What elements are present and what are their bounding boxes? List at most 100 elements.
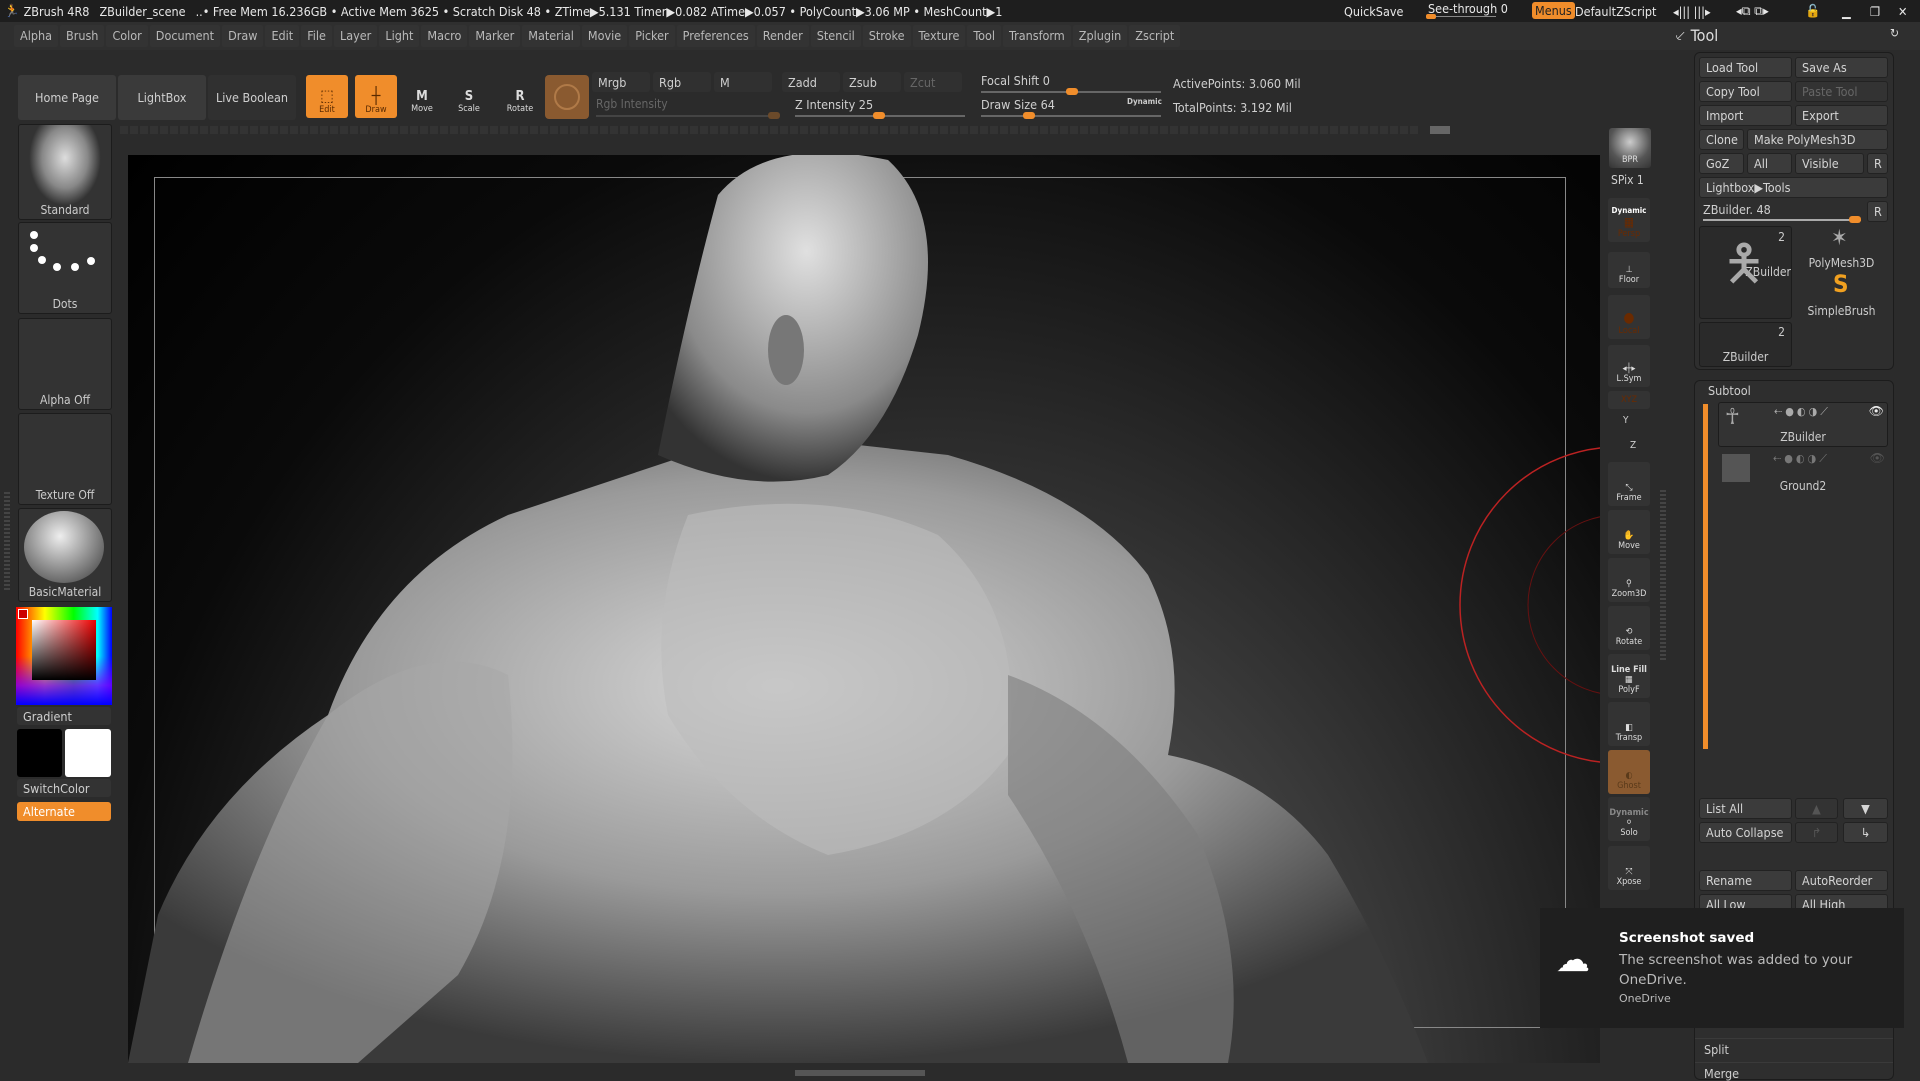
solo-button[interactable]: Dynamic ⚪ Solo bbox=[1608, 797, 1650, 841]
brush-selector[interactable]: Standard bbox=[18, 124, 112, 220]
menu-preferences[interactable]: Preferences bbox=[676, 25, 755, 47]
ghost-button[interactable]: ◐ Ghost bbox=[1608, 750, 1650, 794]
refresh-icon[interactable]: ↻ bbox=[1890, 26, 1899, 40]
lock-icon[interactable]: 🔓 bbox=[1805, 3, 1821, 19]
zadd-button[interactable]: Zadd bbox=[782, 72, 840, 92]
menu-transform[interactable]: Transform bbox=[1003, 25, 1071, 47]
floor-button[interactable]: ⊥ Floor bbox=[1608, 252, 1650, 288]
primary-color-swatch[interactable] bbox=[65, 729, 111, 777]
draw-size-slider[interactable] bbox=[981, 112, 1161, 119]
rotate-view-button[interactable]: ⟲ Rotate bbox=[1608, 606, 1650, 650]
goz-all-button[interactable]: All bbox=[1747, 153, 1792, 174]
secondary-color-swatch[interactable] bbox=[17, 729, 62, 777]
list-all-button[interactable]: List All bbox=[1699, 798, 1792, 819]
paste-tool-button[interactable]: Paste Tool bbox=[1795, 81, 1888, 102]
menu-color[interactable]: Color bbox=[106, 25, 148, 47]
zsub-button[interactable]: Zsub bbox=[843, 72, 901, 92]
menu-stroke[interactable]: Stroke bbox=[862, 25, 911, 47]
menu-render[interactable]: Render bbox=[756, 25, 809, 47]
tool-slider[interactable] bbox=[1703, 216, 1861, 223]
color-picker[interactable] bbox=[16, 607, 112, 705]
import-button[interactable]: Import bbox=[1699, 105, 1792, 126]
rotate-y-button[interactable]: Y bbox=[1623, 415, 1629, 426]
menu-file[interactable]: File bbox=[301, 25, 332, 47]
subtool-item-zbuilder[interactable]: ☥ ⇠●◐◑⟋ 👁 ZBuilder bbox=[1718, 402, 1888, 447]
menu-marker[interactable]: Marker bbox=[469, 25, 521, 47]
live-boolean-button[interactable]: Live Boolean bbox=[208, 75, 296, 120]
menu-tool[interactable]: Tool bbox=[967, 25, 1002, 47]
auto-reorder-button[interactable]: AutoReorder bbox=[1795, 870, 1888, 891]
material-selector[interactable]: BasicMaterial bbox=[18, 508, 112, 602]
tool-thumb-polymesh3d[interactable]: ✶ PolyMesh3D bbox=[1795, 226, 1888, 272]
merge-button[interactable]: Merge bbox=[1704, 1066, 1739, 1081]
menu-zscript[interactable]: Zscript bbox=[1129, 25, 1181, 47]
edit-button[interactable]: ⬚ Edit bbox=[306, 75, 348, 118]
left-tray-handle[interactable] bbox=[4, 490, 10, 590]
menu-layer[interactable]: Layer bbox=[333, 25, 378, 47]
menu-macro[interactable]: Macro bbox=[421, 25, 468, 47]
subtool-toggle-icons[interactable]: ⇠●◐◑⟋ bbox=[1774, 405, 1831, 419]
rotate-z-button[interactable]: Z bbox=[1630, 440, 1636, 451]
frame-button[interactable]: ⤡ Frame bbox=[1608, 462, 1650, 506]
move-down-icon[interactable]: ▼ bbox=[1843, 798, 1888, 819]
polyf-button[interactable]: Line Fill ▦ PolyF bbox=[1608, 654, 1650, 698]
layout-arrows-icon[interactable]: ◂||| |||▸ bbox=[1673, 4, 1711, 19]
make-polymesh3d-button[interactable]: Make PolyMesh3D bbox=[1747, 129, 1888, 150]
zcut-button[interactable]: Zcut bbox=[904, 72, 962, 92]
menu-zplugin[interactable]: Zplugin bbox=[1072, 25, 1128, 47]
persp-button[interactable]: Dynamic ▦ Persp bbox=[1608, 198, 1650, 242]
goz-visible-button[interactable]: Visible bbox=[1795, 153, 1864, 174]
load-tool-button[interactable]: Load Tool bbox=[1699, 57, 1792, 78]
subtool-scrollbar[interactable] bbox=[1703, 404, 1708, 749]
transp-button[interactable]: ◧ Transp bbox=[1608, 702, 1650, 746]
auto-collapse-button[interactable]: Auto Collapse bbox=[1699, 822, 1792, 843]
lightbox-tools-button[interactable]: Lightbox▶Tools bbox=[1699, 177, 1888, 198]
close-icon[interactable]: ✕ bbox=[1898, 4, 1907, 19]
focal-shift-slider[interactable] bbox=[981, 88, 1161, 95]
quicksave-button[interactable]: QuickSave bbox=[1344, 4, 1403, 19]
rename-button[interactable]: Rename bbox=[1699, 870, 1792, 891]
menu-stencil[interactable]: Stencil bbox=[810, 25, 861, 47]
scale-button[interactable]: S Scale bbox=[450, 77, 488, 117]
draw-button[interactable]: ┼ Draw bbox=[355, 75, 397, 118]
material-sphere-button[interactable] bbox=[545, 75, 589, 119]
move-view-button[interactable]: ✋ Move bbox=[1608, 510, 1650, 554]
goz-r-button[interactable]: R bbox=[1867, 153, 1888, 174]
see-through-slider[interactable]: See-through 0 bbox=[1428, 1, 1508, 16]
gradient-button[interactable]: Gradient bbox=[17, 707, 111, 725]
dynamic-toggle[interactable]: Dynamic bbox=[1127, 97, 1162, 106]
top-shelf-scroll[interactable] bbox=[120, 126, 1420, 134]
spix-slider[interactable]: SPix 1 bbox=[1611, 173, 1644, 187]
menu-light[interactable]: Light bbox=[379, 25, 420, 47]
bottom-tray-handle[interactable] bbox=[795, 1070, 925, 1076]
redo-arrow-icon[interactable]: ↱ bbox=[1795, 822, 1838, 843]
tool-r-button[interactable]: R bbox=[1867, 201, 1888, 222]
tool-thumb-zbuilder[interactable]: 2 🯅 ZBuilder bbox=[1699, 226, 1792, 319]
visibility-eye-icon[interactable]: 👁 bbox=[1869, 404, 1884, 418]
menu-texture[interactable]: Texture bbox=[912, 25, 966, 47]
menu-picker[interactable]: Picker bbox=[629, 25, 675, 47]
export-button[interactable]: Export bbox=[1795, 105, 1888, 126]
move-up-icon[interactable]: ▲ bbox=[1795, 798, 1838, 819]
alternate-button[interactable]: Alternate bbox=[17, 802, 111, 821]
color-square[interactable] bbox=[32, 620, 96, 680]
lightbox-button[interactable]: LightBox bbox=[118, 75, 206, 120]
rotate-xyz-button[interactable]: XYZ bbox=[1608, 391, 1650, 409]
tool-thumb-zbuilder-2[interactable]: 2 ZBuilder bbox=[1699, 322, 1792, 367]
move-button[interactable]: M Move bbox=[403, 77, 441, 117]
local-button[interactable]: ● Local bbox=[1608, 295, 1650, 339]
default-zscript-button[interactable]: DefaultZScript bbox=[1575, 4, 1656, 19]
document-canvas[interactable] bbox=[128, 155, 1600, 1063]
visibility-eye-icon[interactable]: 👁 bbox=[1870, 451, 1885, 465]
menu-document[interactable]: Document bbox=[149, 25, 221, 47]
texture-selector[interactable]: Texture Off bbox=[18, 413, 112, 505]
menu-brush[interactable]: Brush bbox=[59, 25, 105, 47]
m-button[interactable]: M bbox=[714, 72, 772, 92]
rgb-button[interactable]: Rgb bbox=[653, 72, 711, 92]
mrgb-button[interactable]: Mrgb bbox=[592, 72, 650, 92]
xpose-button[interactable]: ⤧ Xpose bbox=[1608, 846, 1650, 890]
zoom3d-button[interactable]: ⚲ Zoom3D bbox=[1608, 558, 1650, 602]
menus-toggle[interactable]: Menus bbox=[1532, 2, 1575, 19]
split-button[interactable]: Split bbox=[1704, 1042, 1729, 1057]
top-shelf-scroll-thumb[interactable] bbox=[1430, 126, 1450, 134]
